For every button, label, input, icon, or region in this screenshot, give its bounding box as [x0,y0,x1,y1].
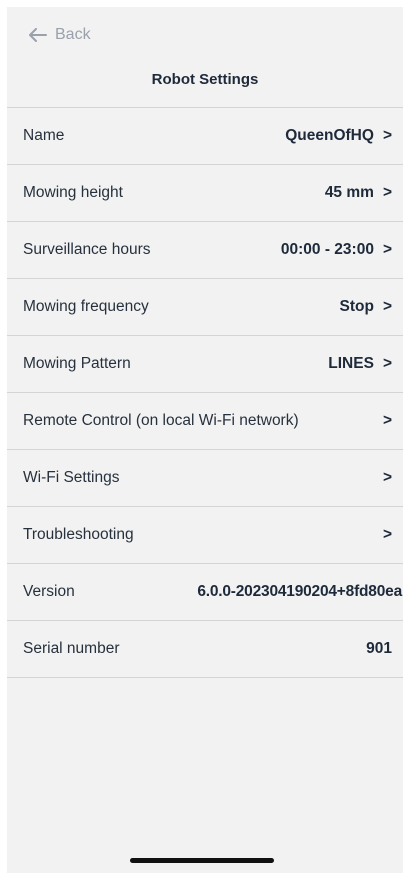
chevron-right-icon: > [382,469,392,486]
serial-number-value: 901 [366,640,392,657]
settings-list: Name QueenOfHQ > Mowing height 45 mm > S… [7,107,403,678]
chevron-right-icon: > [382,241,392,258]
mowing-frequency-value: Stop [339,298,374,315]
mowing-pattern-value: LINES [328,355,374,372]
mowing-height-value: 45 mm [324,184,374,201]
surveillance-hours-label: Surveillance hours [23,241,151,258]
chevron-right-icon: > [382,127,392,144]
wifi-settings-label: Wi-Fi Settings [23,469,120,486]
mowing-height-row[interactable]: Mowing height 45 mm > [7,165,403,222]
name-label: Name [23,127,65,144]
chevron-right-icon: > [382,298,392,315]
version-label: Version [23,583,75,600]
troubleshooting-row[interactable]: Troubleshooting > [7,507,403,564]
serial-number-row: Serial number 901 [7,621,403,678]
mowing-height-label: Mowing height [23,184,123,201]
remote-control-label: Remote Control (on local Wi-Fi network) [23,412,299,429]
chevron-right-icon: > [382,184,392,201]
chevron-right-icon: > [382,526,392,543]
chevron-right-icon: > [382,412,392,429]
settings-screen: Back Robot Settings Name QueenOfHQ > Mow… [7,7,403,873]
serial-number-label: Serial number [23,640,120,657]
surveillance-hours-value: 00:00 - 23:00 [280,241,374,258]
version-value: 6.0.0-202304190204+8fd80ea [197,583,402,600]
troubleshooting-label: Troubleshooting [23,526,134,543]
chevron-right-icon: > [382,355,392,372]
mowing-frequency-label: Mowing frequency [23,298,149,315]
mowing-frequency-row[interactable]: Mowing frequency Stop > [7,279,403,336]
back-button[interactable]: Back [29,24,91,46]
wifi-settings-row[interactable]: Wi-Fi Settings > [7,450,403,507]
back-label: Back [55,26,91,43]
home-indicator[interactable] [130,858,274,863]
name-row[interactable]: Name QueenOfHQ > [7,108,403,165]
mowing-pattern-row[interactable]: Mowing Pattern LINES > [7,336,403,393]
surveillance-hours-row[interactable]: Surveillance hours 00:00 - 23:00 > [7,222,403,279]
version-row: Version 6.0.0-202304190204+8fd80ea [7,564,403,621]
page-title: Robot Settings [151,71,259,88]
remote-control-row[interactable]: Remote Control (on local Wi-Fi network) … [7,393,403,450]
name-value: QueenOfHQ [285,127,374,144]
arrow-left-icon [29,28,47,42]
mowing-pattern-label: Mowing Pattern [23,355,131,372]
